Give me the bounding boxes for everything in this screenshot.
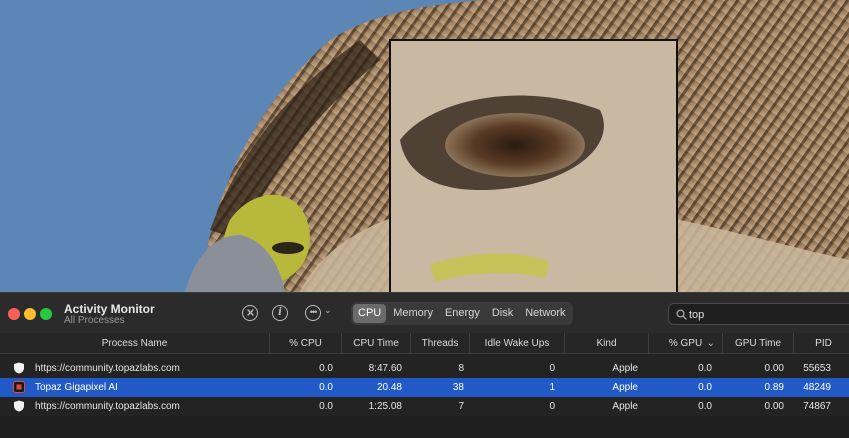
zoom-window-button[interactable] bbox=[40, 308, 52, 320]
column-pid[interactable]: PID bbox=[793, 333, 849, 354]
gpu-time: 0.89 bbox=[764, 382, 784, 393]
kind: Apple bbox=[612, 382, 638, 393]
threads: 8 bbox=[458, 363, 464, 374]
tab-cpu[interactable]: CPU bbox=[353, 304, 387, 323]
sort-indicator-icon: ⌄ bbox=[706, 338, 715, 349]
kind: Apple bbox=[612, 363, 638, 374]
pid: 74867 bbox=[803, 401, 831, 412]
search-input[interactable] bbox=[689, 307, 839, 322]
threads: 38 bbox=[452, 382, 464, 393]
tab-energy[interactable]: Energy bbox=[440, 304, 485, 323]
column-threads[interactable]: Threads bbox=[410, 333, 469, 354]
column-gpu-time[interactable]: GPU Time bbox=[722, 333, 793, 354]
shield-icon bbox=[14, 400, 24, 412]
gpu-percent: 0.0 bbox=[698, 382, 712, 393]
column-kind[interactable]: Kind bbox=[564, 333, 648, 354]
gpu-time: 0.00 bbox=[764, 401, 784, 412]
column-idle-wake-ups[interactable]: Idle Wake Ups bbox=[469, 333, 564, 354]
pid: 55653 bbox=[803, 363, 831, 374]
column-gpu-percent[interactable]: % GPU ⌄ bbox=[648, 333, 722, 354]
activity-monitor-window: Activity Monitor All Processes i ••• ⌄ C… bbox=[0, 292, 849, 438]
close-window-button[interactable] bbox=[8, 308, 20, 320]
idle-wake-ups: 0 bbox=[549, 401, 555, 412]
cpu-time: 8:47.60 bbox=[368, 363, 402, 374]
idle-wake-ups: 1 bbox=[549, 382, 555, 393]
toolbar: Activity Monitor All Processes i ••• ⌄ C… bbox=[0, 293, 849, 333]
process-name: https://community.topazlabs.com bbox=[35, 401, 180, 412]
window-subtitle[interactable]: All Processes bbox=[64, 315, 125, 326]
kind: Apple bbox=[612, 401, 638, 412]
hawk-photo-background bbox=[0, 0, 849, 292]
cpu-time: 1:25.08 bbox=[368, 401, 402, 412]
stop-process-icon[interactable] bbox=[242, 305, 258, 321]
gpu-percent: 0.0 bbox=[698, 401, 712, 412]
cpu-percent: 0.0 bbox=[319, 382, 333, 393]
search-icon bbox=[676, 309, 687, 320]
table-row[interactable]: https://community.topazlabs.com 0.0 8:47… bbox=[0, 359, 849, 378]
gpu-time: 0.00 bbox=[764, 363, 784, 374]
table-row[interactable]: https://community.topazlabs.com 0.0 1:25… bbox=[0, 397, 849, 416]
search-field[interactable] bbox=[668, 303, 849, 325]
info-icon[interactable]: i bbox=[272, 305, 288, 321]
view-tab-bar: CPU Memory Energy Disk Network bbox=[351, 302, 573, 325]
preview-zoom-frame[interactable] bbox=[389, 39, 678, 292]
gigapixel-app-icon bbox=[13, 381, 25, 393]
table-row-selected[interactable]: Topaz Gigapixel AI 0.0 20.48 38 1 Apple … bbox=[0, 378, 849, 397]
shield-icon bbox=[14, 362, 24, 374]
cpu-time: 20.48 bbox=[376, 382, 402, 393]
tab-memory[interactable]: Memory bbox=[388, 304, 438, 323]
process-name: https://community.topazlabs.com bbox=[35, 363, 180, 374]
table-empty-area bbox=[0, 416, 849, 438]
table-header: Process Name % CPU CPU Time Threads Idle… bbox=[0, 333, 849, 354]
minimize-window-button[interactable] bbox=[24, 308, 36, 320]
column-process-name[interactable]: Process Name bbox=[0, 333, 269, 354]
cpu-percent: 0.0 bbox=[319, 401, 333, 412]
x-mark-icon bbox=[246, 309, 254, 316]
tab-network[interactable]: Network bbox=[520, 304, 570, 323]
tab-disk[interactable]: Disk bbox=[487, 304, 518, 323]
pid: 48249 bbox=[803, 382, 831, 393]
process-name: Topaz Gigapixel AI bbox=[35, 382, 118, 393]
column-cpu-percent[interactable]: % CPU bbox=[269, 333, 341, 354]
threads: 7 bbox=[458, 401, 464, 412]
gpu-percent: 0.0 bbox=[698, 363, 712, 374]
ellipsis-icon[interactable]: ••• bbox=[305, 305, 321, 321]
chevron-down-icon[interactable]: ⌄ bbox=[324, 305, 332, 316]
column-cpu-time[interactable]: CPU Time bbox=[341, 333, 410, 354]
idle-wake-ups: 0 bbox=[549, 363, 555, 374]
cpu-percent: 0.0 bbox=[319, 363, 333, 374]
window-title: Activity Monitor bbox=[64, 302, 155, 316]
column-gpu-percent-label: % GPU bbox=[668, 338, 703, 349]
